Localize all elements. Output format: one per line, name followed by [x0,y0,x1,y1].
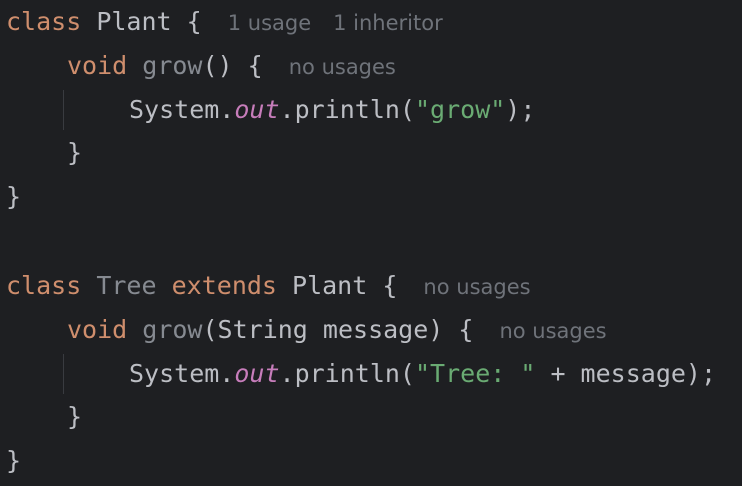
code-line-tree-method[interactable]: void grow(String message) { no usages [67,308,607,352]
statement-end: ); [505,95,536,124]
code-line-tree-class-close[interactable]: } [6,439,21,483]
system-receiver: System. [129,95,235,124]
void-keyword: void [67,51,128,80]
usages-inlay-hint[interactable]: 1 usage [228,11,311,35]
method-name-grow[interactable]: grow [142,51,202,80]
code-line-plant-class[interactable]: class Plant {1 usage 1 inheritor [6,0,443,44]
close-brace: } [6,446,22,475]
code-line-tree-method-close[interactable]: } [67,395,82,439]
out-field[interactable]: out [234,359,279,388]
inheritors-inlay-hint[interactable]: 1 inheritor [333,11,443,35]
superclass-name-plant[interactable]: Plant [292,271,367,300]
usages-inlay-hint[interactable]: no usages [423,275,530,299]
method-params: () [202,51,233,80]
close-brace: } [6,182,22,211]
code-editor[interactable]: class Plant {1 usage 1 inheritor void gro… [0,0,742,486]
println-call[interactable]: .println( [280,95,415,124]
out-field[interactable]: out [234,95,279,124]
method-name-grow[interactable]: grow [142,315,202,344]
open-brace: { [458,315,474,344]
code-line-plant-method[interactable]: void grow() { no usages [67,44,396,88]
indent-guide [63,354,64,394]
class-keyword: class [6,7,82,36]
code-line-plant-statement[interactable]: System.out.println("grow"); [129,88,535,132]
open-brace: { [382,271,398,300]
string-literal: "grow" [414,95,506,124]
code-line-plant-method-close[interactable]: } [67,131,82,175]
method-params: (String message) [202,315,444,344]
println-call[interactable]: .println( [280,359,415,388]
code-line-tree-class[interactable]: class Tree extends Plant { no usages [6,264,531,308]
class-keyword: class [6,271,82,300]
close-brace: } [67,138,83,167]
indent-guide [63,90,64,130]
open-brace: { [186,7,202,36]
class-name-plant[interactable]: Plant [96,7,171,36]
code-line-tree-statement[interactable]: System.out.println("Tree: " + message); [129,352,716,396]
open-brace: { [247,51,263,80]
class-name-tree[interactable]: Tree [96,271,156,300]
usages-inlay-hint[interactable]: no usages [289,55,396,79]
usages-inlay-hint[interactable]: no usages [499,319,606,343]
string-literal: "Tree: " [414,359,536,388]
system-receiver: System. [129,359,235,388]
code-line-plant-class-close[interactable]: } [6,175,21,219]
void-keyword: void [67,315,128,344]
statement-rest: + message); [535,359,717,388]
extends-keyword: extends [171,271,277,300]
close-brace: } [67,402,83,431]
